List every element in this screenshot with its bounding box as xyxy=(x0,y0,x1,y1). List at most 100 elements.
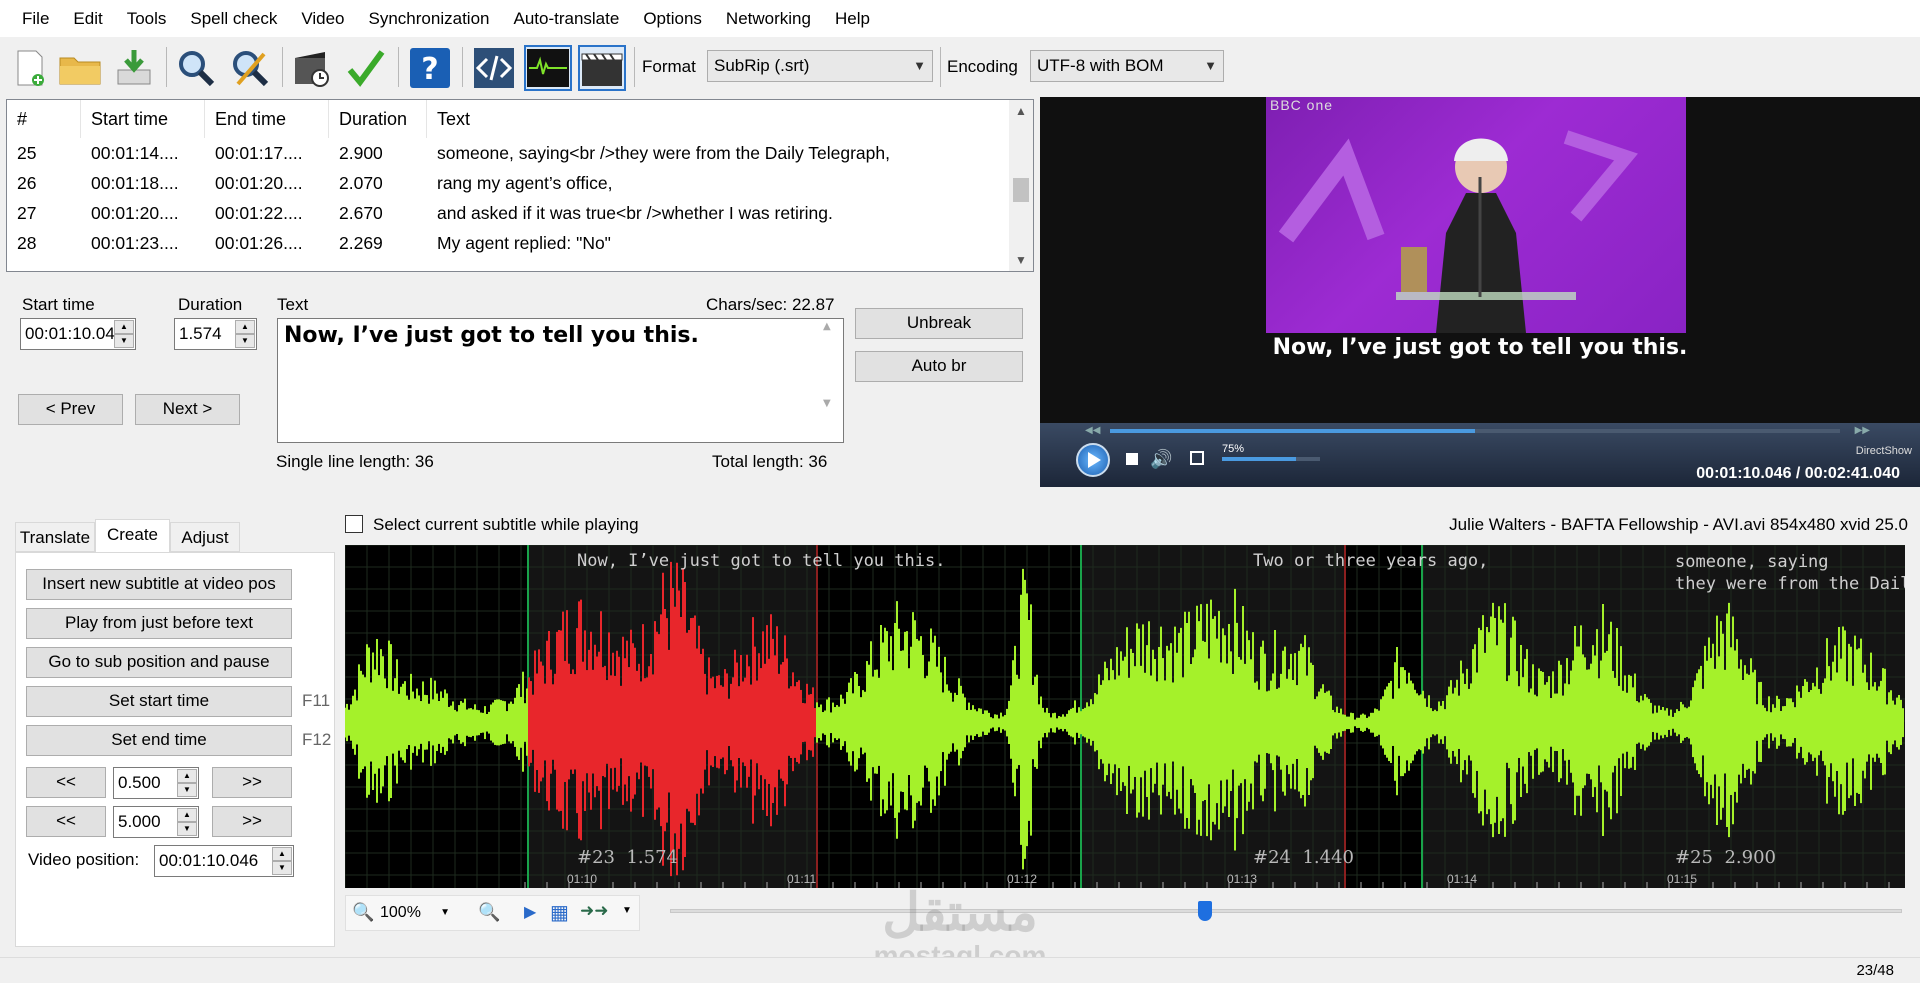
chevron-down-icon[interactable]: ▼ xyxy=(622,905,632,916)
cell-number: 27 xyxy=(17,203,37,223)
menu-edit[interactable]: Edit xyxy=(61,0,114,37)
menu-tools[interactable]: Tools xyxy=(115,0,179,37)
waveform-toggle-icon[interactable] xyxy=(524,45,572,91)
save-download-icon[interactable] xyxy=(110,45,158,91)
fullscreen-icon[interactable] xyxy=(1190,451,1204,465)
table-row-partial[interactable] xyxy=(7,258,1007,271)
column-duration[interactable]: Duration xyxy=(329,100,427,138)
new-file-icon[interactable] xyxy=(6,45,54,91)
replace-icon[interactable] xyxy=(226,45,274,91)
next-button[interactable]: Next > xyxy=(135,394,240,425)
zoom-out-icon[interactable]: 🔍 xyxy=(352,902,374,923)
volume-icon[interactable]: 🔊 xyxy=(1150,449,1172,470)
stop-icon[interactable] xyxy=(1126,453,1138,465)
menu-synchronization[interactable]: Synchronization xyxy=(357,0,502,37)
video-progress-bar[interactable] xyxy=(1110,429,1840,433)
unbreak-button[interactable]: Unbreak xyxy=(855,308,1023,339)
insert-new-subtitle-button[interactable]: Insert new subtitle at video pos xyxy=(26,569,292,600)
source-view-icon[interactable] xyxy=(470,45,518,91)
table-row[interactable]: 28 00:01:23.... 00:01:26.... 2.269 My ag… xyxy=(7,228,1007,258)
format-select[interactable]: SubRip (.srt) ▼ xyxy=(707,50,933,82)
cell-duration: 2.070 xyxy=(339,173,383,193)
open-folder-icon[interactable] xyxy=(56,45,104,91)
visual-sync-icon[interactable] xyxy=(288,45,336,91)
scroll-down-icon[interactable]: ▼ xyxy=(1009,249,1033,271)
spin-up-icon[interactable]: ▲ xyxy=(177,769,197,783)
waveform-position-slider[interactable] xyxy=(670,909,1902,913)
menu-help[interactable]: Help xyxy=(823,0,882,37)
menu-auto-translate[interactable]: Auto-translate xyxy=(501,0,631,37)
forward-next-icon[interactable]: ➜➜ xyxy=(580,901,609,921)
spin-up-icon[interactable]: ▲ xyxy=(177,808,197,822)
column-start-time[interactable]: Start time xyxy=(81,100,205,138)
volume-slider[interactable] xyxy=(1222,457,1320,461)
spin-down-icon[interactable]: ▼ xyxy=(177,822,197,836)
waveform-segment-info: #25 2.900 xyxy=(1675,847,1776,868)
table-row[interactable]: 25 00:01:14.... 00:01:17.... 2.900 someo… xyxy=(7,138,1007,168)
column-end-time[interactable]: End time xyxy=(205,100,329,138)
table-row[interactable]: 27 00:01:20.... 00:01:22.... 2.670 and a… xyxy=(7,198,1007,228)
volume-fill xyxy=(1222,457,1296,461)
cell-text: someone, saying<br />they were from the … xyxy=(437,143,890,163)
tab-create[interactable]: Create xyxy=(95,519,170,553)
subtitle-list[interactable]: # Start time End time Duration Text 25 0… xyxy=(6,99,1034,272)
encoding-select[interactable]: UTF-8 with BOM ▼ xyxy=(1030,50,1224,82)
step-forward-large-button[interactable]: >> xyxy=(212,806,292,837)
chars-per-sec: Chars/sec: 22.87 xyxy=(706,295,835,314)
spin-down-icon[interactable]: ▼ xyxy=(177,783,197,797)
step-back-button[interactable]: << xyxy=(26,767,106,798)
play-selection-icon[interactable]: ▶ xyxy=(524,902,536,922)
set-end-time-button[interactable]: Set end time xyxy=(26,725,292,756)
spin-down-icon[interactable]: ▼ xyxy=(272,861,292,875)
help-icon[interactable]: ? xyxy=(406,45,454,91)
start-time-input[interactable]: 00:01:10.046 ▲ ▼ xyxy=(20,318,136,350)
column-number[interactable]: # xyxy=(7,100,81,138)
encoding-label: Encoding xyxy=(947,57,1018,76)
audio-waveform[interactable]: Now, I’ve just got to tell you this. Two… xyxy=(345,545,1905,888)
spell-check-icon[interactable] xyxy=(342,45,390,91)
fast-forward-icon[interactable]: ▶▶ xyxy=(1855,425,1870,436)
video-toggle-icon[interactable] xyxy=(578,45,626,91)
tab-adjust[interactable]: Adjust xyxy=(170,522,240,552)
spin-down-icon[interactable]: ▼ xyxy=(114,334,134,348)
zoom-in-icon[interactable]: 🔍 xyxy=(478,902,500,923)
menu-options[interactable]: Options xyxy=(631,0,714,37)
menu-video[interactable]: Video xyxy=(289,0,356,37)
column-text[interactable]: Text xyxy=(427,100,1007,138)
slider-thumb[interactable] xyxy=(1198,901,1212,921)
spin-up-icon[interactable]: ▲ xyxy=(114,320,134,334)
scroll-up-icon[interactable]: ▲ xyxy=(1009,100,1033,122)
cell-number: 28 xyxy=(17,233,37,253)
video-player[interactable]: BBC one Now, I’ve just got to tell you t… xyxy=(1040,97,1920,487)
spin-down-icon[interactable]: ▼ xyxy=(235,334,255,348)
spin-up-icon[interactable]: ▲ xyxy=(272,847,292,861)
play-before-text-button[interactable]: Play from just before text xyxy=(26,608,292,639)
prev-button[interactable]: < Prev xyxy=(18,394,123,425)
rewind-icon[interactable]: ◀◀ xyxy=(1085,425,1100,436)
menu-spell-check[interactable]: Spell check xyxy=(178,0,289,37)
menu-networking[interactable]: Networking xyxy=(714,0,823,37)
duration-input[interactable]: 1.574 ▲ ▼ xyxy=(174,318,257,350)
scroll-thumb[interactable] xyxy=(1013,178,1029,202)
subtitle-list-header: # Start time End time Duration Text xyxy=(7,100,1007,138)
find-icon[interactable] xyxy=(172,45,220,91)
step-large-input[interactable]: 5.000 ▲ ▼ xyxy=(113,806,199,838)
auto-br-button[interactable]: Auto br xyxy=(855,351,1023,382)
select-while-playing-checkbox[interactable] xyxy=(345,515,363,533)
list-scrollbar[interactable]: ▲ ▼ xyxy=(1009,100,1033,271)
set-start-time-button[interactable]: Set start time xyxy=(26,686,292,717)
spin-up-icon[interactable]: ▲ xyxy=(235,320,255,334)
go-to-sub-button[interactable]: Go to sub position and pause xyxy=(26,647,292,678)
step-back-large-button[interactable]: << xyxy=(26,806,106,837)
video-position-input[interactable]: 00:01:10.046 ▲ ▼ xyxy=(154,845,294,877)
text-scrollbar[interactable]: ▲ ▼ xyxy=(823,321,841,440)
subtitle-text-input[interactable]: Now, I’ve just got to tell you this. ▲ ▼ xyxy=(277,318,844,443)
play-button[interactable] xyxy=(1076,443,1110,477)
menu-file[interactable]: File xyxy=(10,0,61,37)
step-forward-button[interactable]: >> xyxy=(212,767,292,798)
zoom-select[interactable]: 100% ▼ xyxy=(380,900,450,926)
grid-view-icon[interactable]: ▦ xyxy=(550,900,569,925)
table-row[interactable]: 26 00:01:18.... 00:01:20.... 2.070 rang … xyxy=(7,168,1007,198)
tab-translate[interactable]: Translate xyxy=(15,522,95,552)
step-small-input[interactable]: 0.500 ▲ ▼ xyxy=(113,767,199,799)
